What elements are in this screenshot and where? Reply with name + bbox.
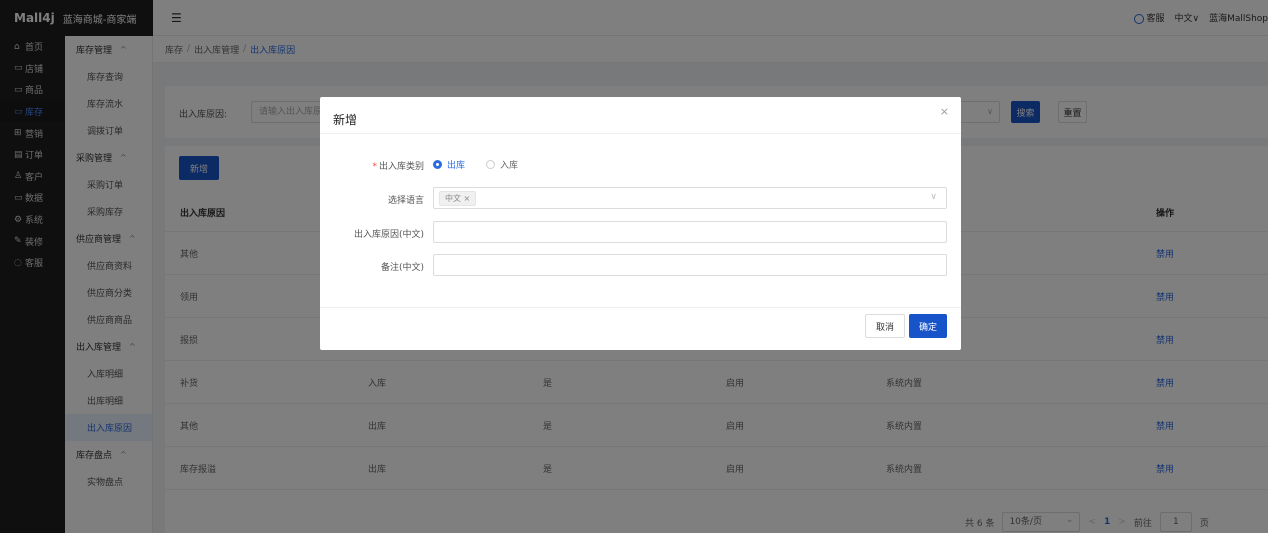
reason-label: 出入库原因(中文) [353,230,424,240]
language-tag[interactable]: 中文 × [439,191,477,206]
divider [320,307,961,308]
reason-input[interactable] [433,221,947,243]
cancel-button[interactable]: 取消 [865,314,905,338]
confirm-button[interactable]: 确定 [909,314,947,338]
remark-label: 备注(中文) [380,263,424,273]
remark-input[interactable] [433,254,947,276]
radio-dot [433,160,442,169]
language-select[interactable]: 中文 × ∨ [433,187,947,209]
type-label: * 出入库类别 [372,162,424,172]
radio-dot [486,160,495,169]
radio-outbound[interactable]: 出库 [433,158,465,171]
language-label: 选择语言 [387,196,424,206]
close-icon[interactable]: × [940,105,949,118]
radio-inbound[interactable]: 入库 [486,158,518,171]
required-mark: * [372,162,377,172]
chevron-down-icon: ∨ [930,192,937,202]
dialog-title: 新增 [333,113,358,127]
divider [320,133,961,134]
add-reason-dialog: 新增 × * 出入库类别 出库 入库 选择语言 中文 × ∨ 出入库原因(中文) … [320,97,961,350]
